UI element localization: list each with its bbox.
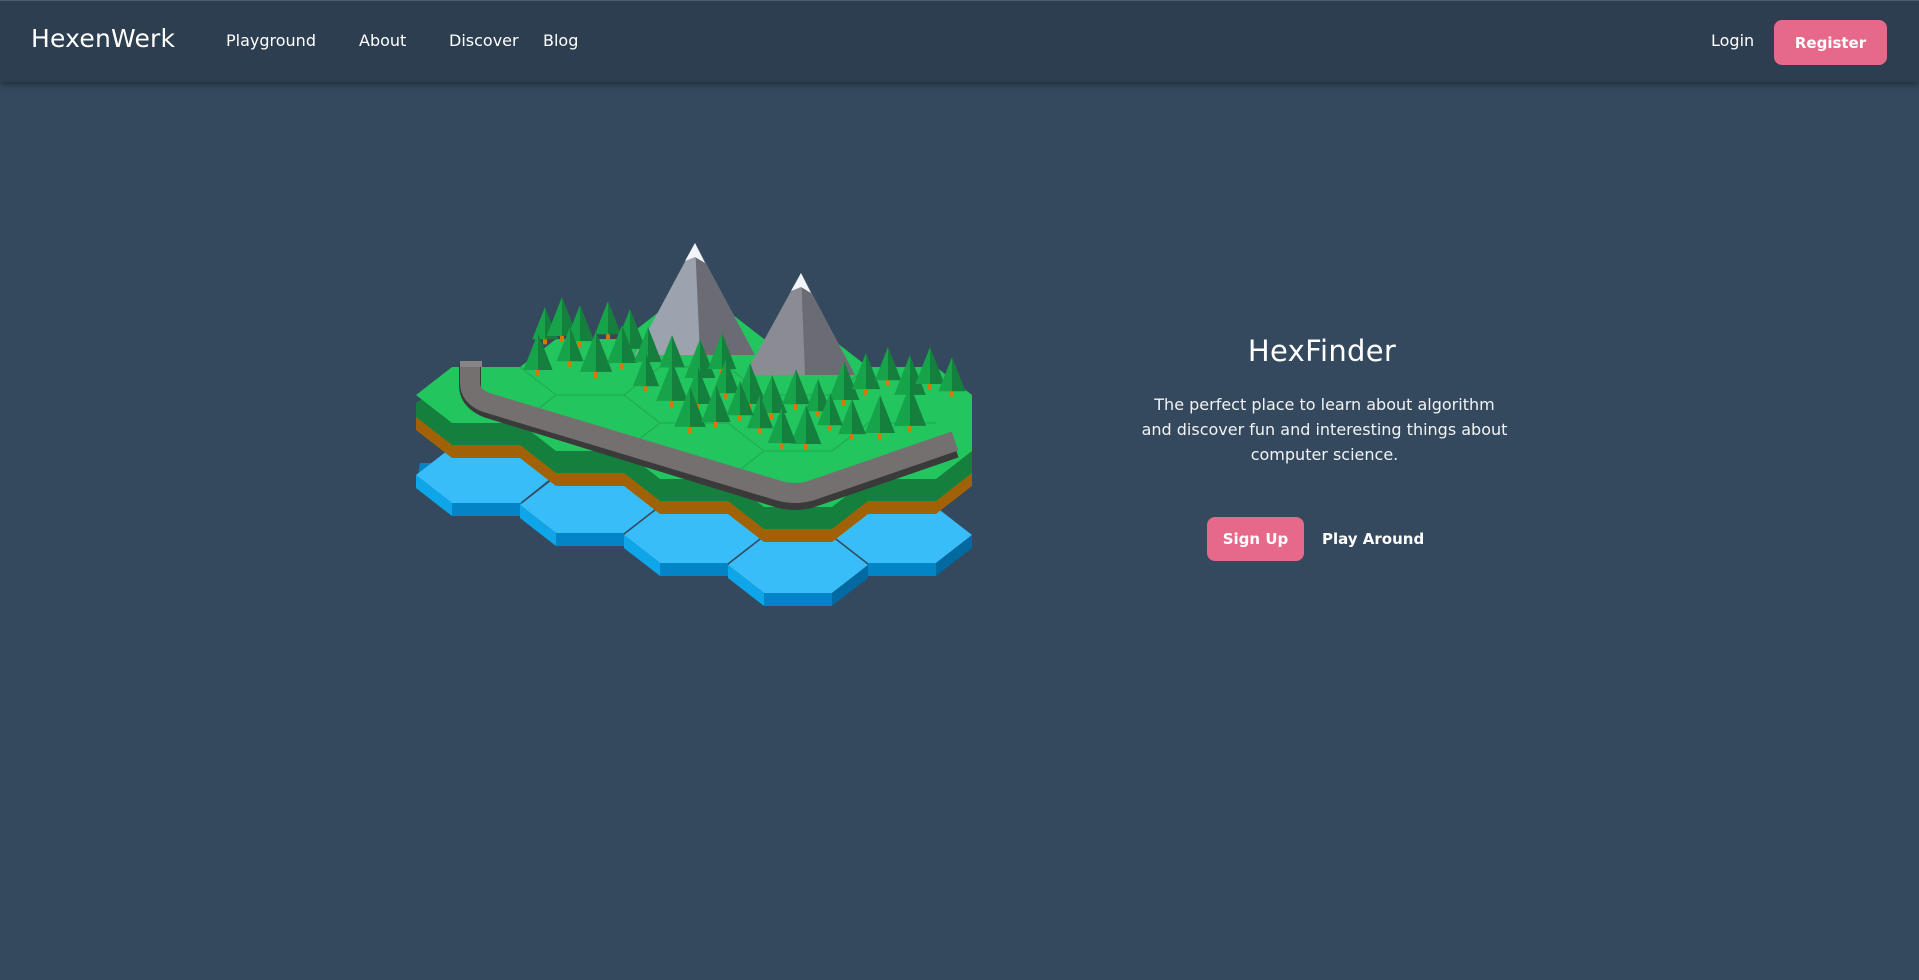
- nav-item-blog[interactable]: Blog: [543, 31, 578, 50]
- play-around-button[interactable]: Play Around: [1322, 517, 1424, 561]
- top-navbar: HexenWerk Playground About Discover Blog…: [0, 0, 1919, 82]
- hex-island-illustration: [410, 235, 980, 625]
- register-button[interactable]: Register: [1774, 20, 1887, 65]
- hero-description: The perfect place to learn about algorit…: [1141, 395, 1508, 464]
- nav-item-about[interactable]: About: [359, 31, 406, 50]
- nav-item-discover[interactable]: Discover: [449, 31, 519, 50]
- pine-tree-icon: [874, 347, 902, 386]
- brand-logo[interactable]: HexenWerk: [31, 24, 175, 53]
- login-link[interactable]: Login: [1711, 31, 1754, 50]
- signup-button[interactable]: Sign Up: [1207, 517, 1304, 561]
- nav-item-playground[interactable]: Playground: [226, 31, 316, 50]
- hex-island-svg: [416, 243, 972, 606]
- pine-tree-icon: [594, 301, 622, 340]
- hero-title: HexFinder: [1247, 334, 1397, 368]
